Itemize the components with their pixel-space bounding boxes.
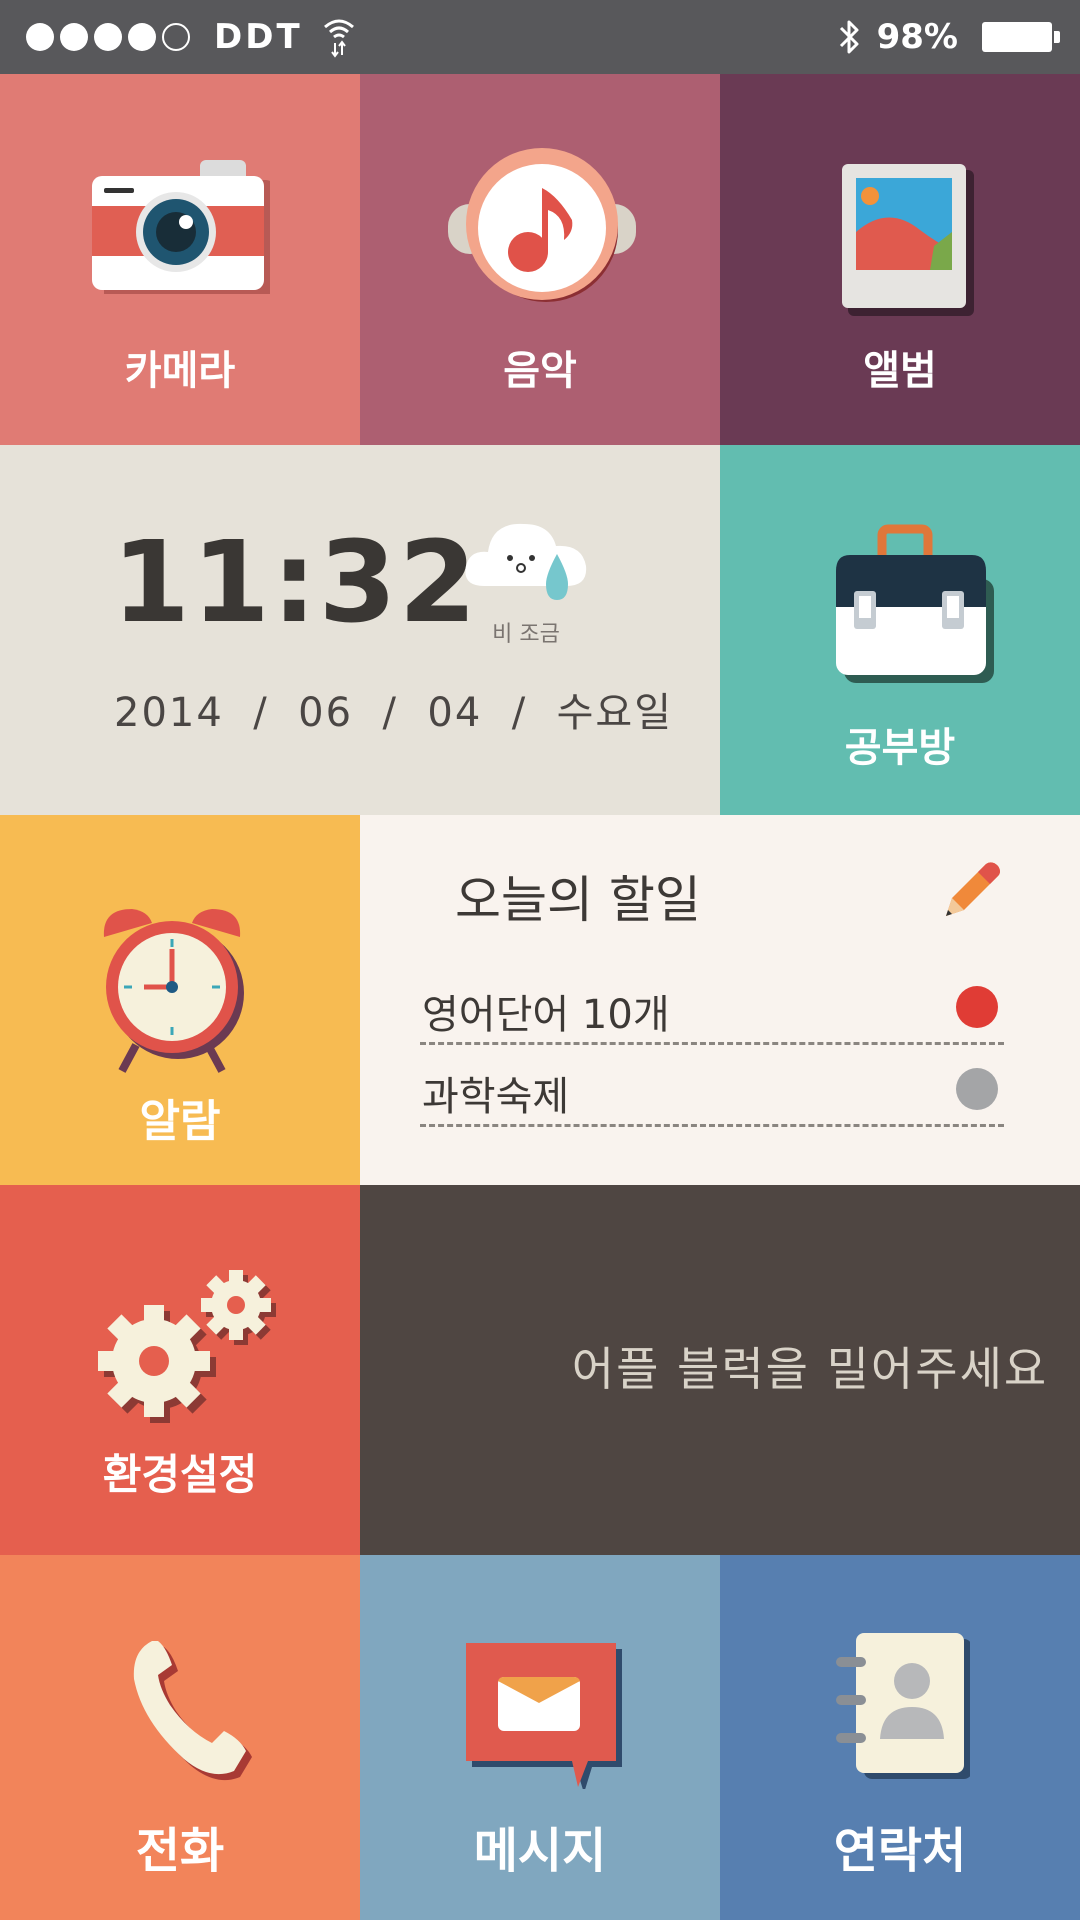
todo-item[interactable]: 과학숙제 [420,1042,1004,1127]
signal-dot [128,23,156,51]
settings-tile[interactable]: 환경설정 [0,1185,360,1555]
signal-dot [60,23,88,51]
contacts-label: 연락처 [833,1823,967,1879]
carrier-name: DDT [214,17,303,57]
todo-item[interactable]: 영어단어 10개 [420,960,1004,1045]
contacts-icon [836,1633,970,1779]
settings-label: 환경설정 [102,1450,258,1499]
empty-app-slot[interactable]: 어플 블럭을 밀어주세요 [360,1185,1080,1555]
message-label: 메시지 [473,1823,607,1879]
study-label: 공부방 [844,725,956,771]
battery-icon [982,22,1060,52]
message-tile[interactable]: 메시지 [360,1555,720,1920]
briefcase-icon [836,524,994,683]
alarm-clock-icon [103,909,244,1073]
camera-icon [92,160,270,294]
status-bar: DDT 98% [0,0,1080,74]
message-icon [466,1643,622,1789]
signal-dot [26,23,54,51]
signal-dot [94,23,122,51]
gears-icon [98,1270,276,1423]
battery-percent: 98% [876,17,958,57]
pencil-icon[interactable] [940,858,1004,922]
bluetooth-icon [839,20,859,54]
clock-date: 2014 / 06 / 04 / 수요일 [114,690,674,736]
alarm-label: 알람 [139,1096,221,1147]
alarm-tile[interactable]: 알람 [0,815,360,1185]
status-right: 98% [837,0,1060,74]
phone-label: 전화 [135,1823,225,1879]
todo-item-text: 과학숙제 [422,1074,570,1120]
camera-label: 카메라 [124,348,236,394]
weather-text: 비 조금 [492,622,560,647]
album-label: 앨범 [863,348,937,394]
todo-status-dot[interactable] [956,986,998,1028]
music-note-icon [448,148,636,302]
study-tile[interactable]: 공부방 [720,445,1080,815]
rain-cloud-icon [465,523,587,600]
phone-tile[interactable]: 전화 [0,1555,360,1920]
clock-time: 11:32 [112,518,479,648]
todo-title: 오늘의 할일 [455,871,701,929]
phone-icon [133,1641,252,1781]
wifi-icon [323,19,354,58]
camera-tile[interactable]: 카메라 [0,74,360,445]
todo-item-text: 영어단어 10개 [422,992,670,1038]
contacts-tile[interactable]: 연락처 [720,1555,1080,1920]
music-tile[interactable]: 음악 [360,74,720,445]
status-left: DDT [26,0,357,74]
album-tile[interactable]: 앨범 [720,74,1080,445]
signal-dot-empty [162,23,190,51]
todo-status-dot[interactable] [956,1068,998,1110]
empty-slot-hint: 어플 블럭을 밀어주세요 [571,1342,1049,1396]
photo-icon [842,164,974,316]
music-label: 음악 [503,348,577,394]
